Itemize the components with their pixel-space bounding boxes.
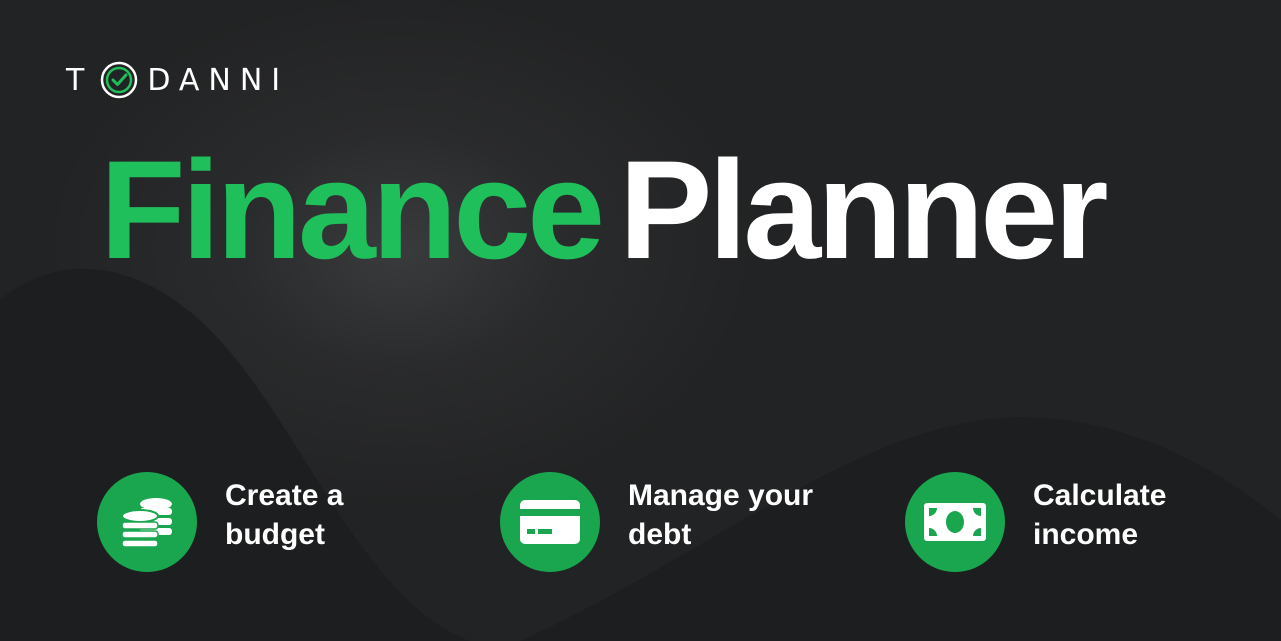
feature-label: Manage your debt	[628, 476, 848, 554]
feature-create-budget: Create a budget	[97, 472, 445, 572]
feature-label: Calculate income	[1033, 476, 1253, 554]
feature-label-line1: Calculate	[1033, 479, 1167, 512]
feature-label-line2: debt	[628, 518, 692, 551]
feature-calculate-income: Calculate income	[905, 472, 1253, 572]
feature-label-line2: income	[1033, 518, 1139, 551]
check-circle-icon	[99, 60, 139, 100]
page-title: Finance Planner	[100, 140, 1109, 280]
feature-label-line1: Create a	[225, 479, 344, 512]
feature-label-line1: Manage your	[628, 479, 814, 512]
feature-label-line2: budget	[225, 518, 325, 551]
credit-card-icon	[500, 472, 600, 572]
title-word-finance: Finance	[100, 131, 605, 288]
promo-banner: T DANNI Finance Planner Create a budget …	[0, 0, 1281, 641]
logo-text-end: DANNI	[147, 62, 290, 98]
brand-logo: T DANNI	[66, 60, 289, 100]
title-word-planner: Planner	[619, 131, 1109, 288]
feature-label: Create a budget	[225, 476, 445, 554]
logo-text-start: T	[66, 62, 94, 98]
coins-icon	[97, 472, 197, 572]
money-bill-icon	[905, 472, 1005, 572]
feature-manage-debt: Manage your debt	[500, 472, 848, 572]
